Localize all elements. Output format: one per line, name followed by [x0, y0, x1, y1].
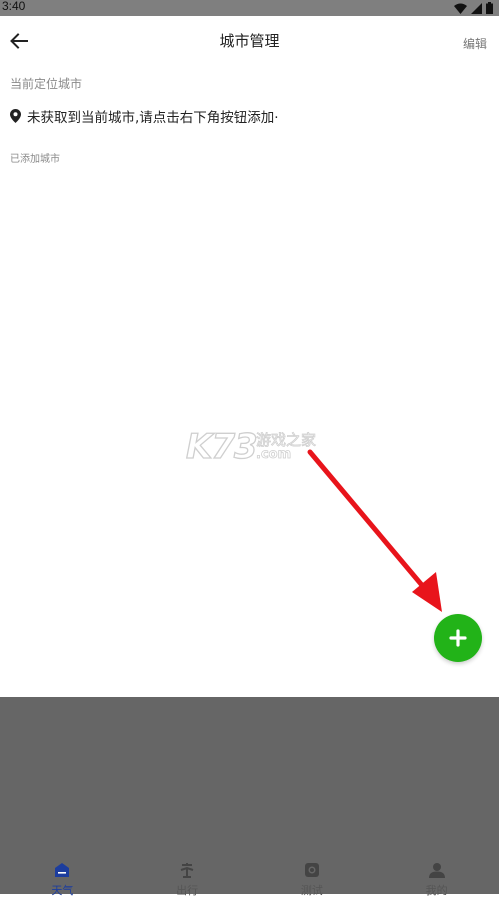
nav-label-test: 测试: [300, 884, 323, 897]
added-cities-section-label: 已添加城市: [10, 154, 60, 165]
watermark-logo-text: K73: [185, 426, 258, 467]
home-icon: [53, 861, 71, 879]
nav-label-weather: 天气: [51, 884, 74, 897]
add-city-button[interactable]: [434, 614, 482, 662]
current-city-section-label: 当前定位城市: [10, 77, 83, 91]
battery-icon: [486, 2, 493, 14]
camera-icon: [303, 861, 321, 879]
watermark: K73 游戏之家 .com: [185, 426, 316, 467]
status-time: 3:40: [2, 0, 26, 13]
plus-icon: [449, 629, 467, 647]
status-bar: 3:40: [0, 0, 499, 16]
nav-label-travel: 出行: [176, 884, 199, 897]
annotation-arrow: [307, 449, 442, 612]
wifi-icon: [454, 3, 467, 14]
signal-icon: [471, 2, 482, 14]
bottom-nav: 天气 出行 测试 我的: [0, 852, 499, 897]
current-city-message: 未获取到当前城市,请点击右下角按钮添加·: [27, 110, 279, 126]
nav-item-mine[interactable]: 我的: [374, 852, 499, 897]
nav-item-travel[interactable]: 出行: [125, 852, 250, 897]
location-pin-icon: [10, 109, 21, 123]
nav-item-test[interactable]: 测试: [250, 852, 375, 897]
person-icon: [428, 861, 446, 879]
nav-label-mine: 我的: [425, 884, 448, 897]
edit-button[interactable]: 编辑: [463, 35, 487, 52]
current-city-row: 未获取到当前城市,请点击右下角按钮添加·: [10, 106, 279, 126]
watermark-domain-text: .com: [256, 447, 292, 463]
status-icons: [454, 2, 493, 14]
travel-icon: [178, 861, 196, 879]
app-bar: 城市管理 编辑: [0, 16, 499, 66]
page-title: 城市管理: [219, 32, 280, 50]
nav-item-weather[interactable]: 天气: [0, 852, 125, 897]
